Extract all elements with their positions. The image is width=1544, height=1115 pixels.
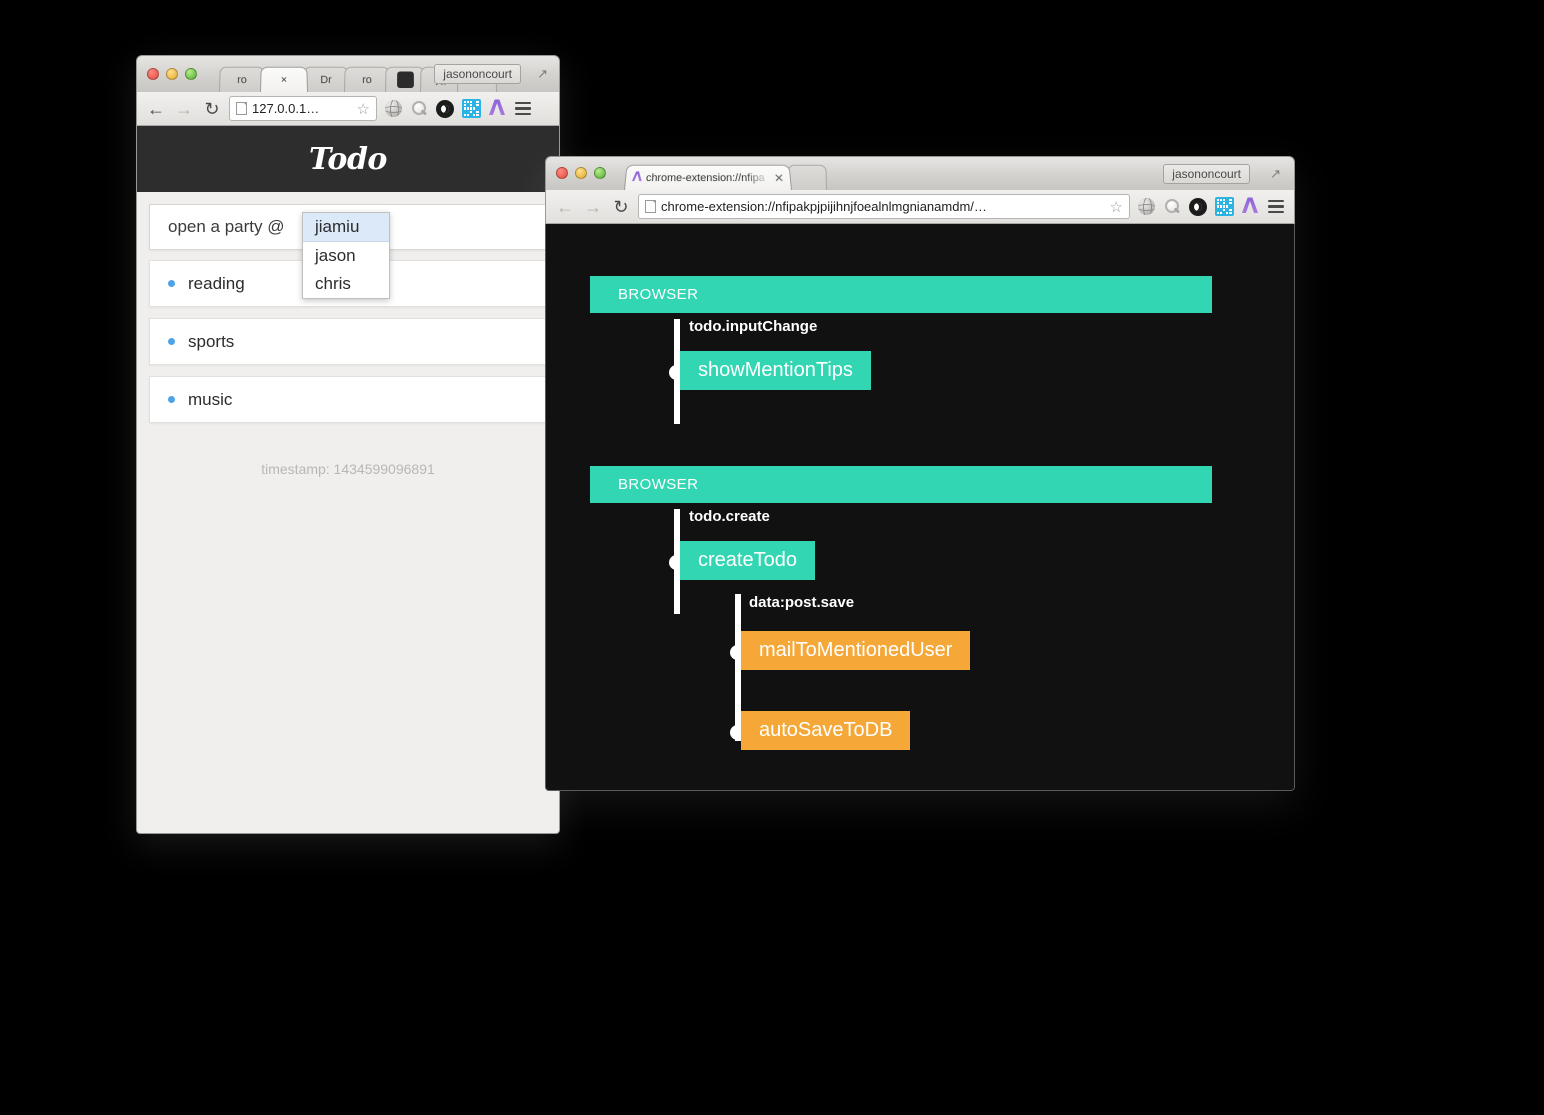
search-icon[interactable]: [409, 99, 429, 119]
zoom-window-button[interactable]: [185, 68, 197, 80]
window2-address-bar[interactable]: chrome-extension://nfipakpjpijihnjfoealn…: [638, 194, 1130, 219]
tab-active-todo[interactable]: ×: [260, 66, 308, 92]
flow-node-autosavetodb[interactable]: autoSaveToDB: [741, 711, 911, 750]
window1-fullscreen-icon[interactable]: ↗: [537, 66, 548, 82]
flow-source-browser-1: BROWSER: [590, 276, 1212, 313]
lambda-favicon-icon: Λ: [631, 170, 643, 186]
qr-code-icon[interactable]: [461, 99, 481, 119]
window2-tab-strip[interactable]: Λ chrome-extension://nfipa ✕: [624, 164, 827, 190]
window1-traffic-lights[interactable]: [147, 68, 197, 80]
flow-event-label-1: todo.inputChange: [689, 318, 818, 335]
tab-label: Dr: [320, 73, 332, 86]
tab-label: ×: [280, 73, 288, 86]
window1-titlebar[interactable]: ro × Dr ro 知: [136, 55, 560, 92]
page-info-icon: [236, 102, 247, 115]
bullet-icon: [168, 396, 175, 403]
close-window-button[interactable]: [556, 167, 568, 179]
bookmark-star-icon[interactable]: ☆: [1110, 198, 1123, 216]
tab-label: ro: [362, 73, 372, 86]
close-tab-icon[interactable]: ✕: [773, 171, 784, 185]
flow-node-mailtomentioneduser[interactable]: mailToMentionedUser: [741, 631, 971, 670]
window2-traffic-lights[interactable]: [556, 167, 606, 179]
flow-group-input-change: BROWSER todo.inputChange showMentionTips: [590, 276, 1212, 424]
todo-input-value: open a party @: [168, 217, 285, 236]
flow-node-showmentiontips[interactable]: showMentionTips: [680, 351, 871, 390]
browser-window-extension-devtool[interactable]: Λ chrome-extension://nfipa ✕ jasononcour…: [545, 156, 1295, 791]
circle-c-icon[interactable]: [435, 99, 455, 119]
tab-active-extension[interactable]: Λ chrome-extension://nfipa ✕: [624, 164, 792, 190]
window2-toolbar[interactable]: ← → ↻ chrome-extension://nfipakpjpijihnj…: [545, 190, 1295, 224]
flow-group-todo-create: BROWSER todo.create createTodo data:post…: [590, 466, 1212, 750]
globe-icon[interactable]: [383, 99, 403, 119]
dark-favicon-icon: [396, 71, 414, 89]
timestamp-text: timestamp: 1434599096891: [261, 461, 435, 477]
tab-ro-2[interactable]: ro: [344, 66, 390, 92]
bullet-icon: [168, 338, 175, 345]
hamburger-menu-icon[interactable]: [1266, 197, 1286, 217]
todo-app-header: Todo: [137, 126, 559, 192]
mention-option-chris[interactable]: chris: [303, 270, 389, 298]
event-flow-panel: BROWSER todo.inputChange showMentionTips…: [545, 224, 1295, 791]
reload-button[interactable]: ↻: [610, 198, 632, 216]
address-bar-url: 127.0.0.1…: [252, 101, 320, 116]
list-item[interactable]: sports: [149, 318, 547, 365]
tab-favicon-dark[interactable]: [385, 66, 425, 92]
reload-button[interactable]: ↻: [201, 100, 223, 118]
minimize-window-button[interactable]: [166, 68, 178, 80]
close-window-button[interactable]: [147, 68, 159, 80]
forward-button[interactable]: →: [173, 100, 195, 118]
todo-logo: Todo: [309, 141, 387, 177]
minimize-window-button[interactable]: [575, 167, 587, 179]
tab-label: chrome-extension://nfipa: [645, 171, 766, 184]
browser-window-todo-app[interactable]: ro × Dr ro 知: [136, 55, 560, 834]
mention-option-jason[interactable]: jason: [303, 242, 389, 270]
window2-user-button[interactable]: jasononcourt: [1163, 164, 1250, 184]
page-info-icon: [645, 200, 656, 213]
flow-node-createtodo[interactable]: createTodo: [680, 541, 815, 580]
back-button[interactable]: ←: [145, 100, 167, 118]
tab-ro-1[interactable]: ro: [219, 66, 265, 92]
circle-c-icon[interactable]: [1188, 197, 1208, 217]
window2-titlebar[interactable]: Λ chrome-extension://nfipa ✕ jasononcour…: [545, 156, 1295, 190]
tab-blank[interactable]: [787, 164, 827, 190]
bullet-icon: [168, 280, 175, 287]
window1-toolbar[interactable]: ← → ↻ 127.0.0.1… ☆ Λ: [136, 92, 560, 126]
tab-label: ro: [237, 73, 247, 86]
flow-source-browser-2: BROWSER: [590, 466, 1212, 503]
zoom-window-button[interactable]: [594, 167, 606, 179]
list-item-label: reading: [188, 273, 245, 293]
list-item-label: sports: [188, 331, 235, 351]
mention-suggestion-dropdown[interactable]: jiamiu jason chris: [302, 212, 390, 299]
tab-dr[interactable]: Dr: [303, 66, 349, 92]
window1-user-button[interactable]: jasononcourt: [434, 64, 521, 84]
address-bar-url: chrome-extension://nfipakpjpijihnjfoealn…: [661, 199, 987, 214]
list-item-label: music: [188, 389, 233, 409]
back-button[interactable]: ←: [554, 198, 576, 216]
window1-address-bar[interactable]: 127.0.0.1… ☆: [229, 96, 377, 121]
hamburger-menu-icon[interactable]: [513, 99, 533, 119]
desktop-background: ro × Dr ro 知: [0, 0, 1544, 1115]
window2-fullscreen-icon[interactable]: ↗: [1270, 166, 1281, 182]
mention-option-jiamiu[interactable]: jiamiu: [303, 213, 389, 242]
list-item[interactable]: music: [149, 376, 547, 423]
lambda-logo-icon[interactable]: Λ: [487, 98, 507, 119]
bookmark-star-icon[interactable]: ☆: [357, 100, 370, 118]
flow-event-label-2: todo.create: [689, 508, 770, 525]
qr-code-icon[interactable]: [1214, 197, 1234, 217]
flow-subevent-label: data:post.save: [749, 594, 855, 611]
globe-icon[interactable]: [1136, 197, 1156, 217]
search-icon[interactable]: [1162, 197, 1182, 217]
lambda-logo-icon[interactable]: Λ: [1240, 196, 1260, 217]
forward-button[interactable]: →: [582, 198, 604, 216]
